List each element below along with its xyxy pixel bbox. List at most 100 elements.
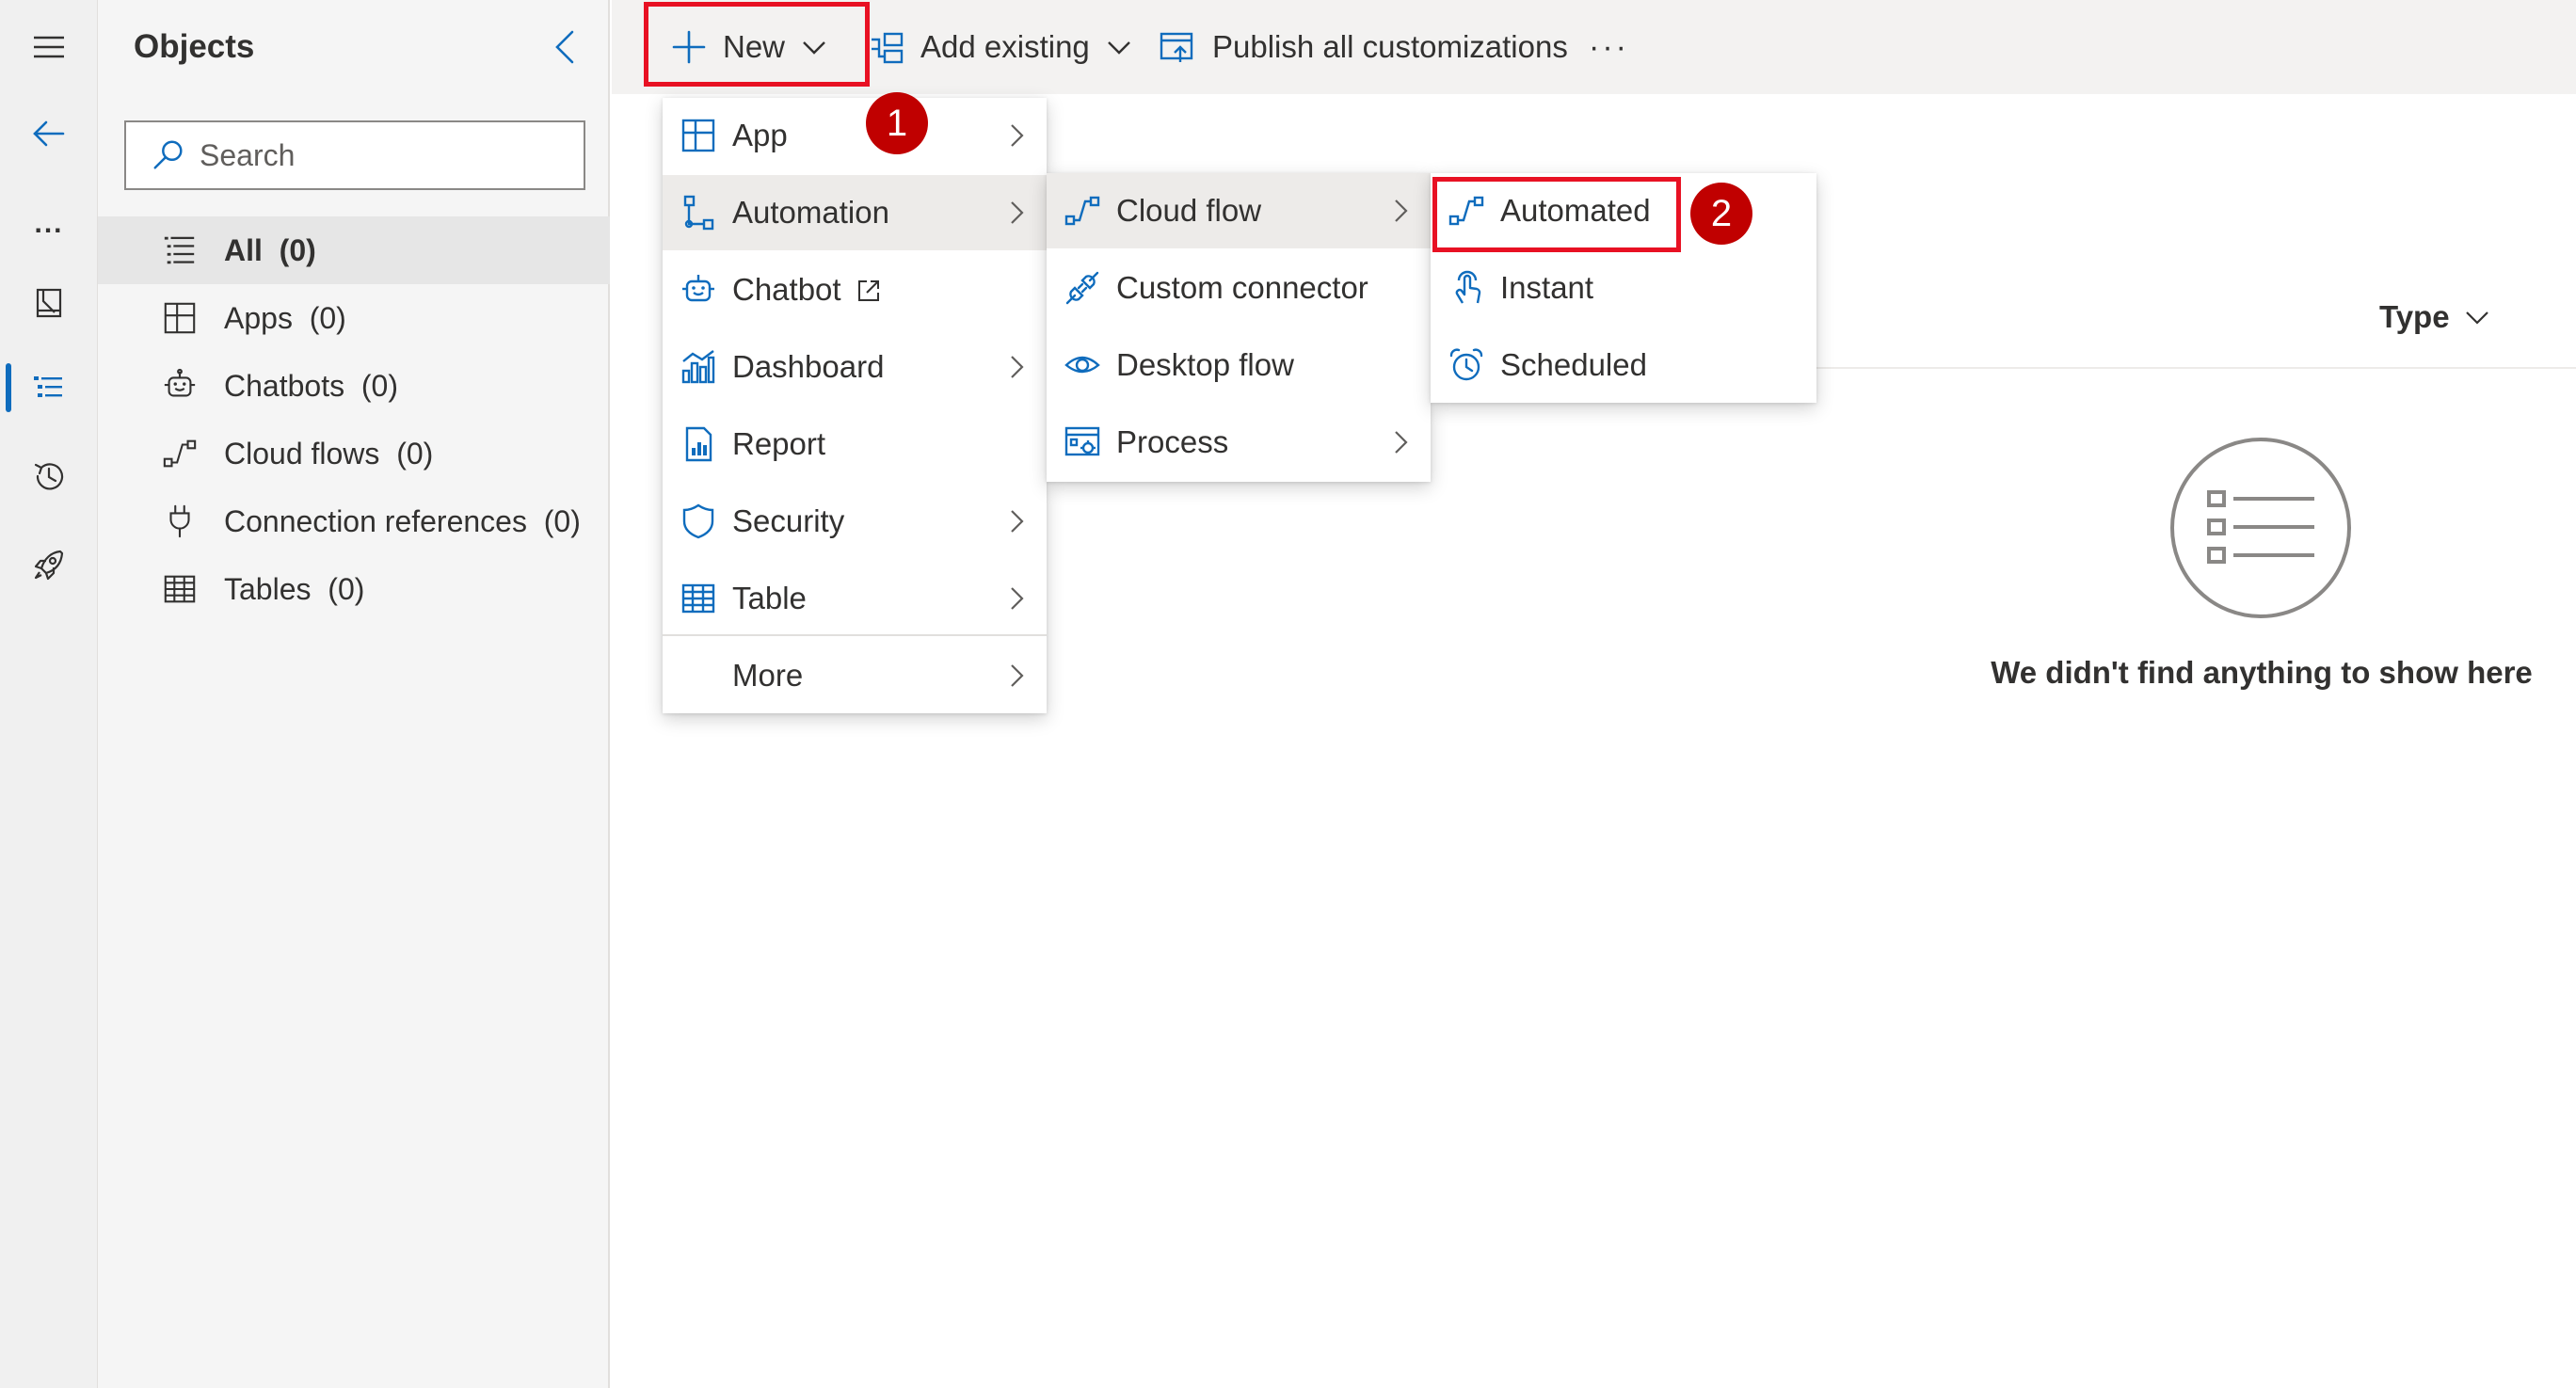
new-menu: App Automation Chatbot Dashboard Report … [663,98,1047,713]
objects-list-icon[interactable] [0,350,98,425]
more-commands-icon: ··· [1589,28,1629,65]
search-box[interactable] [124,120,585,190]
menu-item-label: More [732,658,804,693]
type-column-label: Type [2379,299,2450,334]
touch-icon [1455,270,1481,304]
menu-item-dashboard[interactable]: Dashboard [663,329,1047,405]
empty-state-message: We didn't find anything to show here [1991,655,2533,690]
menu-item-report[interactable]: Report [663,407,1047,482]
automation-submenu: Cloud flow Custom connector Desktop flow… [1047,173,1431,482]
publish-label: Publish all customizations [1212,29,1568,64]
menu-item-desktop-flow[interactable]: Desktop flow [1047,327,1431,403]
menu-item-label: Desktop flow [1116,347,1294,382]
chatbot-icon [164,368,196,397]
publish-icon [1160,32,1193,62]
tree-item-count: (0) [543,503,581,538]
empty-list-icon [2170,438,2351,618]
more-commands-button[interactable]: ··· [1589,0,1629,94]
menu-item-label: App [732,118,788,152]
hamburger-menu-icon[interactable] [0,9,98,85]
table-icon [164,575,196,603]
tree-item-apps[interactable]: Apps (0) [98,284,610,352]
pane-title: Objects [134,28,255,65]
tree-item-count: (0) [309,300,346,335]
process-icon [1064,426,1100,456]
callout-badge-1: 1 [866,92,928,154]
chevron-right-icon [1395,431,1408,454]
callout-badge-2: 2 [1690,183,1752,245]
open-external-icon [858,280,879,301]
chevron-down-icon [2465,311,2488,325]
dashboard-icon [681,350,715,384]
tree-item-chatbots[interactable]: Chatbots (0) [98,352,610,420]
menu-item-table[interactable]: Table [663,561,1047,636]
menu-item-more[interactable]: More [663,638,1047,713]
chevron-right-icon [1011,664,1024,687]
header-divider [1807,367,2576,369]
chevron-right-icon [1395,199,1408,222]
custom-connector-icon [1065,271,1099,305]
alarm-clock-icon [1449,348,1483,381]
collapse-pane-icon[interactable] [546,26,584,68]
tree-item-label: All [224,232,263,267]
menu-item-app[interactable]: App [663,98,1047,173]
tree-item-tables[interactable]: Tables (0) [98,555,610,623]
menu-item-label: Instant [1500,270,1594,305]
tree-item-cloud-flows[interactable]: Cloud flows (0) [98,420,610,487]
table-icon [681,583,715,614]
report-icon [685,426,712,462]
objects-pane: Objects All (0) Apps (0) Chatbots (0) Cl… [98,0,610,1388]
automation-icon [683,195,714,231]
menu-item-chatbot[interactable]: Chatbot [663,252,1047,327]
menu-item-instant[interactable]: Instant [1431,250,1816,326]
left-rail: ... [0,0,98,1388]
menu-item-label: Dashboard [732,349,885,384]
publish-all-button[interactable]: Publish all customizations [1158,0,1568,94]
menu-item-security[interactable]: Security [663,484,1047,559]
add-existing-button[interactable]: Add existing [868,0,1133,94]
menu-item-label: Custom connector [1116,270,1368,305]
tree-item-connection-references[interactable]: Connection references (0) [98,487,610,555]
type-column-header[interactable]: Type [2379,299,2491,335]
shield-icon [682,503,714,539]
search-input[interactable] [200,137,576,173]
chevron-right-icon [1011,201,1024,224]
app-icon [681,119,715,152]
tree-item-count: (0) [279,232,316,267]
menu-item-cloud-flow[interactable]: Cloud flow [1047,173,1431,248]
menu-item-label: Security [732,503,845,538]
highlight-box-new [644,2,870,87]
chatbot-icon [682,275,714,302]
tree-item-label: Tables [224,571,312,606]
menu-item-label: Chatbot [732,272,841,307]
tree-item-all[interactable]: All (0) [98,216,610,284]
menu-item-process[interactable]: Process [1047,405,1431,480]
chevron-right-icon [1011,587,1024,610]
rocket-icon[interactable] [0,527,98,602]
tree-item-label: Connection references [224,503,527,538]
book-icon[interactable] [0,265,98,341]
more-icon[interactable]: ... [0,186,98,262]
add-existing-label: Add existing [920,29,1090,64]
menu-item-label: Cloud flow [1116,193,1262,228]
menu-item-custom-connector[interactable]: Custom connector [1047,250,1431,326]
menu-item-label: Automation [732,195,889,230]
tree-item-label: Cloud flows [224,436,380,471]
menu-item-automation[interactable]: Automation [663,175,1047,250]
menu-item-label: Report [732,426,826,461]
menu-item-label: Scheduled [1500,347,1647,382]
chevron-right-icon [1011,124,1024,147]
chevron-right-icon [1011,510,1024,533]
menu-item-label: Table [732,581,807,615]
apps-icon [164,302,196,334]
highlight-box-automated [1432,177,1681,252]
history-icon[interactable] [0,439,98,514]
search-icon [153,140,183,169]
eye-icon [1064,356,1100,374]
plug-icon [169,504,190,538]
menu-item-scheduled[interactable]: Scheduled [1431,327,1816,403]
back-arrow-icon[interactable] [0,96,98,171]
chevron-down-icon [1107,41,1130,55]
tree-item-label: Apps [224,300,293,335]
tree-item-count: (0) [396,436,434,471]
